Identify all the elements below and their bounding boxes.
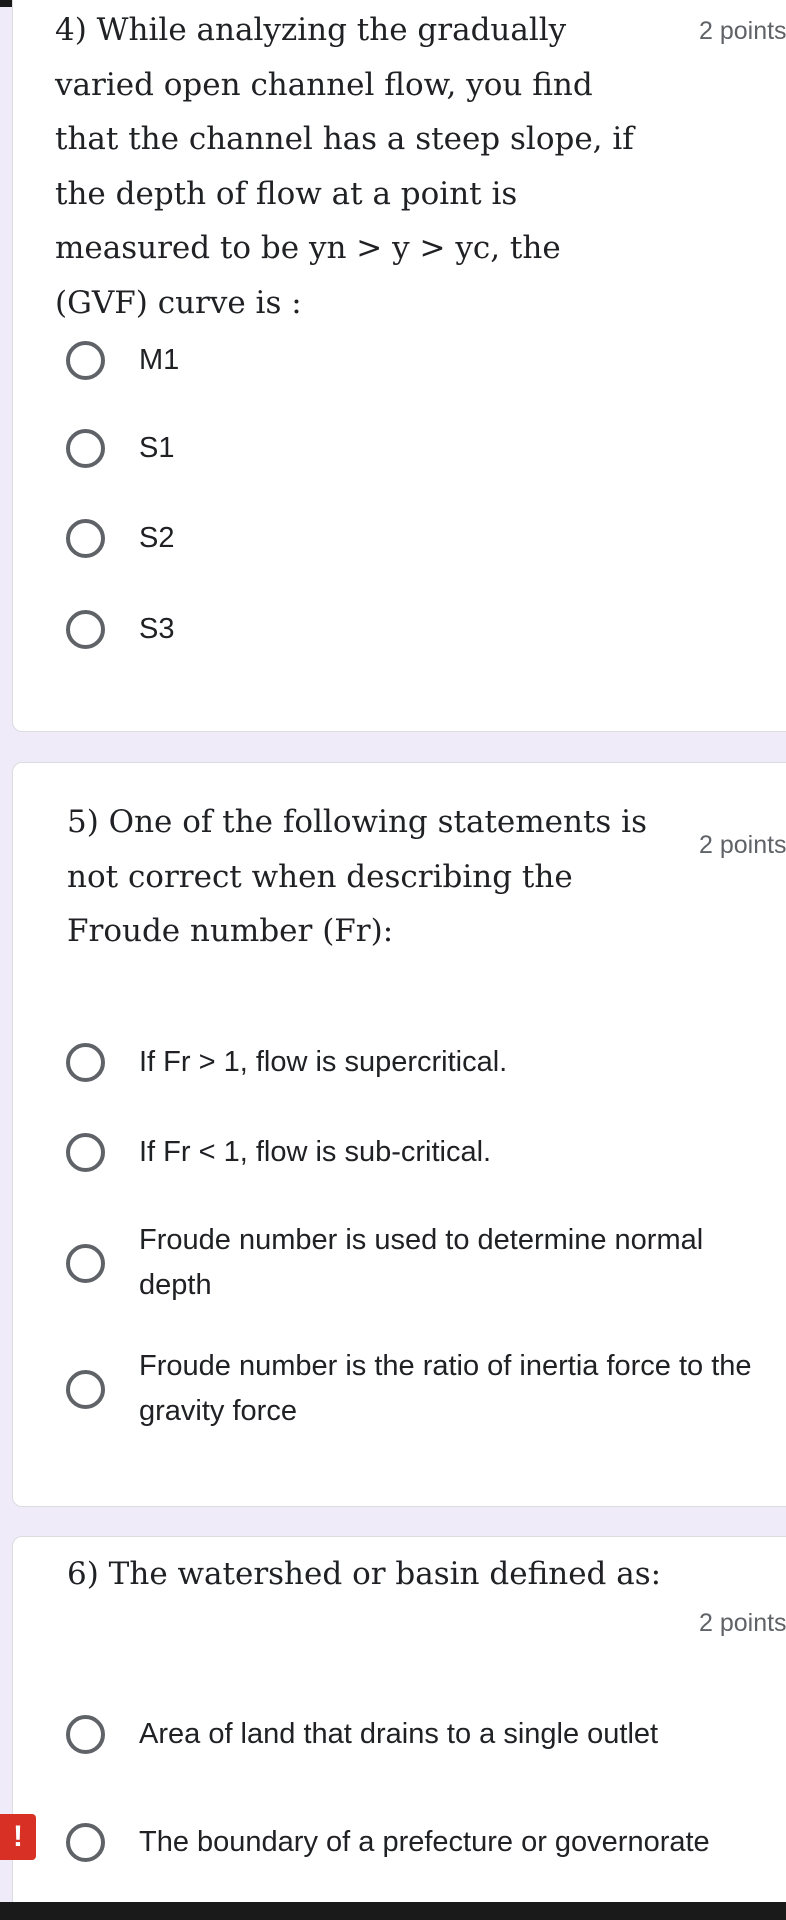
option-label: S1 [139,432,175,464]
radio-option[interactable]: Froude number is the ratio of inertia fo… [66,1344,786,1434]
option-label: Area of land that drains to a single out… [139,1718,659,1750]
question-title: 6) The watershed or basin defined as: [67,1556,662,1592]
radio-unchecked-icon[interactable] [66,429,105,468]
radio-option[interactable]: If Fr > 1, flow is supercritical. [66,1040,786,1085]
question-title: 5) One of the following statements is no… [67,804,648,949]
radio-unchecked-icon[interactable] [66,1043,105,1082]
question-title: 4) While analyzing the gradually varied … [55,12,634,321]
form-page: 4) While analyzing the gradually varied … [0,0,786,1920]
exclamation-icon: ! [0,1814,36,1860]
option-label: S3 [139,613,175,645]
radio-unchecked-icon[interactable] [66,341,105,380]
radio-option[interactable]: Area of land that drains to a single out… [66,1712,786,1757]
radio-option[interactable]: M1 [66,338,786,383]
radio-option[interactable]: S1 [66,426,786,471]
radio-unchecked-icon[interactable] [66,1369,105,1409]
option-label: Froude number is used to determine norma… [139,1224,704,1301]
option-label: The boundary of a prefecture or governor… [139,1825,710,1858]
radio-unchecked-icon[interactable] [66,1243,105,1283]
option-label: If Fr > 1, flow is supercritical. [139,1046,508,1078]
option-label: Froude number is the ratio of inertia fo… [139,1350,752,1427]
points-label: 2 points [699,1609,786,1637]
radio-option[interactable]: If Fr < 1, flow is sub-critical. [66,1130,786,1175]
points-label: 2 points [699,17,786,45]
radio-option[interactable]: Froude number is used to determine norma… [66,1218,786,1308]
radio-unchecked-icon[interactable] [66,1715,105,1754]
radio-option[interactable]: S3 [66,607,786,652]
bottom-nav-edge [0,1902,786,1920]
radio-unchecked-icon[interactable] [66,519,105,558]
radio-unchecked-icon[interactable] [66,1133,105,1172]
points-label: 2 points [699,831,786,859]
option-label: M1 [139,344,180,376]
radio-option[interactable]: The boundary of a prefecture or governor… [66,1797,786,1887]
option-label: If Fr < 1, flow is sub-critical. [139,1136,492,1168]
radio-unchecked-icon[interactable] [66,610,105,649]
radio-option[interactable]: S2 [66,516,786,561]
radio-unchecked-icon[interactable] [66,1822,105,1862]
option-label: S2 [139,522,175,554]
